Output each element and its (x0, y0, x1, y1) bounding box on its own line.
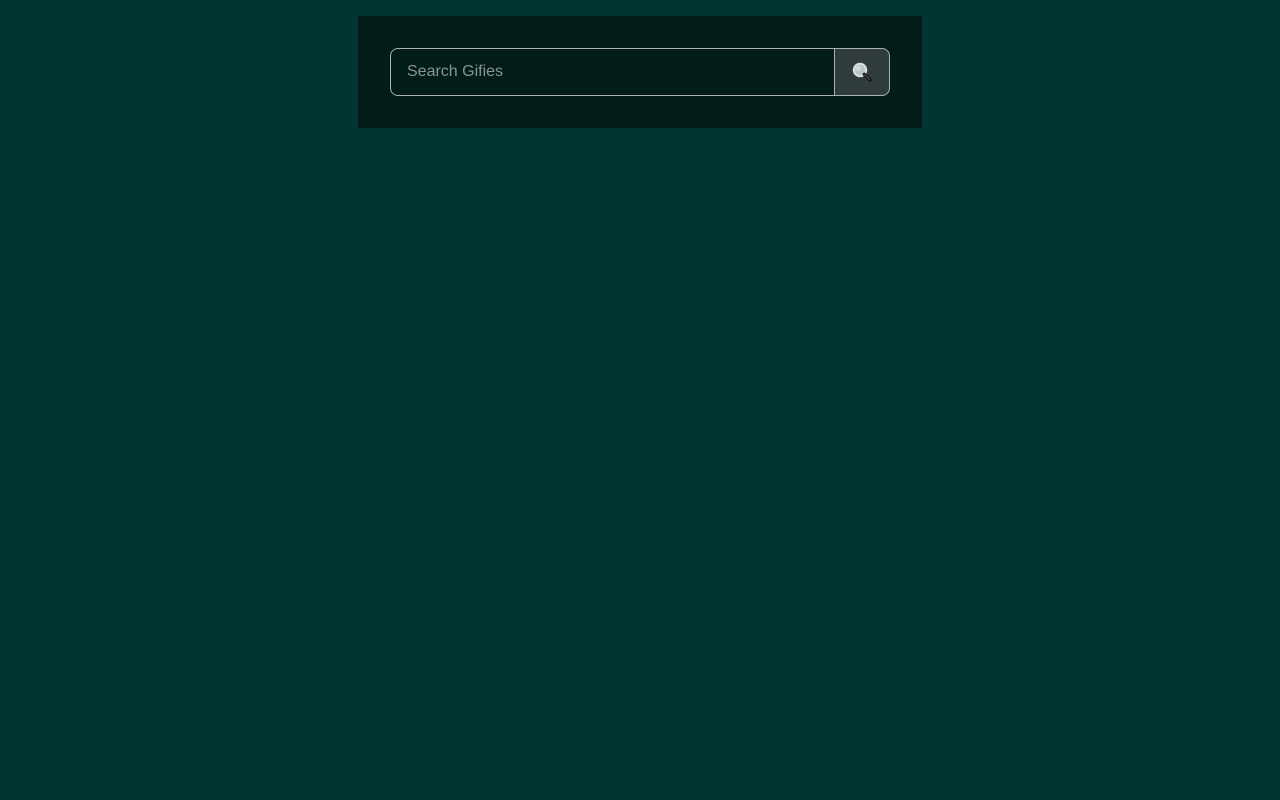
search-icon (852, 62, 872, 82)
page (0, 0, 1280, 800)
search-button[interactable] (835, 48, 890, 96)
search-form (390, 48, 890, 96)
search-input[interactable] (390, 48, 835, 96)
search-header (358, 16, 922, 128)
